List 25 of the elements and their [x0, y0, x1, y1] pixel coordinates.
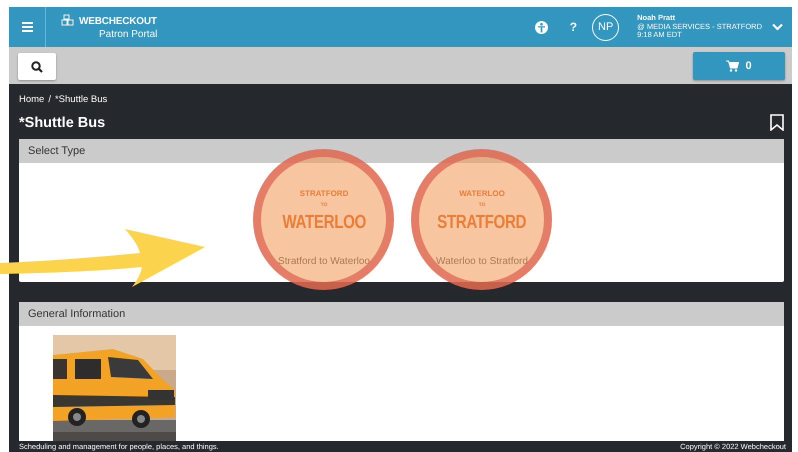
help-button[interactable]: ? — [570, 20, 578, 34]
menu-icon — [22, 22, 32, 32]
panel-heading: Select Type — [28, 145, 86, 157]
chevron-down-icon[interactable] — [772, 23, 783, 31]
panel-heading: General Information — [28, 308, 126, 320]
tile-text: WATERLOO — [459, 188, 505, 198]
logo-text: WEBCHECKOUT — [79, 16, 157, 26]
search-button[interactable] — [18, 53, 56, 80]
breadcrumb-link[interactable]: Home — [19, 94, 44, 105]
option-label: Waterloo to Stratford — [436, 256, 528, 267]
breadcrumb-link[interactable]: *Shuttle Bus — [54, 94, 108, 105]
search-icon — [31, 60, 43, 72]
cart-icon — [726, 60, 740, 72]
tile-text: STRATFORD — [300, 188, 348, 198]
option-label: Stratford to Waterloo — [278, 256, 370, 267]
portal-subtitle: Patron Portal — [99, 29, 158, 40]
tile-text: WATERLOO — [282, 212, 366, 234]
boxes-icon — [60, 14, 76, 28]
bookmark-icon[interactable] — [770, 114, 784, 131]
accessibility-icon[interactable] — [534, 20, 548, 34]
page-title: *Shuttle Bus — [19, 114, 106, 130]
cart-button[interactable]: 0 — [693, 52, 785, 80]
user-avatar[interactable]: NP — [592, 14, 620, 40]
breadcrumb-separator: / — [48, 94, 51, 105]
tile-text: STRATFORD — [438, 212, 526, 234]
